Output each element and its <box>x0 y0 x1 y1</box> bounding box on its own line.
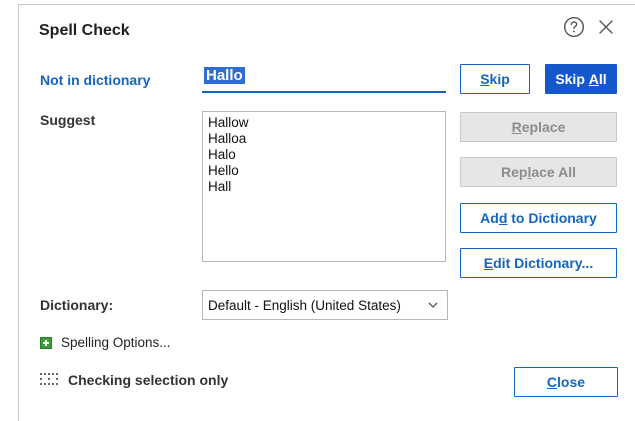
status-row: Checking selection only <box>40 372 228 388</box>
add-to-dictionary-button[interactable]: Ad d to Dictionary <box>460 203 617 233</box>
list-item[interactable]: Hallow <box>208 115 440 131</box>
help-icon[interactable] <box>561 14 587 40</box>
misspelled-word-text: Hallo <box>204 67 245 84</box>
skip-all-button[interactable]: Skip All <box>545 64 617 94</box>
replace-all-button[interactable]: Rep l ace All <box>460 157 617 187</box>
list-item[interactable]: Halloa <box>208 131 440 147</box>
misspelled-word-input[interactable]: Hallo <box>202 65 446 93</box>
dictionary-label: Dictionary: <box>40 297 114 313</box>
suggest-label: Suggest <box>40 112 96 128</box>
edit-dictionary-button[interactable]: Edit Dictionary... <box>460 248 617 278</box>
close-icon[interactable] <box>593 14 619 40</box>
spelling-options-label: Spelling Options... <box>61 335 171 350</box>
not-in-dictionary-label: Not in dictionary <box>40 72 151 88</box>
list-item[interactable]: Halo <box>208 147 440 163</box>
skip-button[interactable]: Skip <box>460 64 530 94</box>
dictionary-selected-value: Default - English (United States) <box>208 297 401 313</box>
list-item[interactable]: Hello <box>208 163 440 179</box>
selection-dotted-icon <box>40 372 58 388</box>
close-button[interactable]: Close <box>514 367 618 397</box>
title-bar-buttons <box>561 14 619 40</box>
dictionary-select[interactable]: Default - English (United States) <box>202 290 448 320</box>
status-text: Checking selection only <box>68 372 229 388</box>
replace-button[interactable]: Replace <box>460 112 617 142</box>
dialog-title: Spell Check <box>39 22 130 39</box>
expand-plus-icon <box>40 336 52 349</box>
spelling-options-toggle[interactable]: Spelling Options... <box>40 335 171 350</box>
suggestions-list[interactable]: Hallow Halloa Halo Hello Hall <box>202 111 446 262</box>
list-item[interactable]: Hall <box>208 179 440 195</box>
chevron-down-icon <box>427 299 439 314</box>
